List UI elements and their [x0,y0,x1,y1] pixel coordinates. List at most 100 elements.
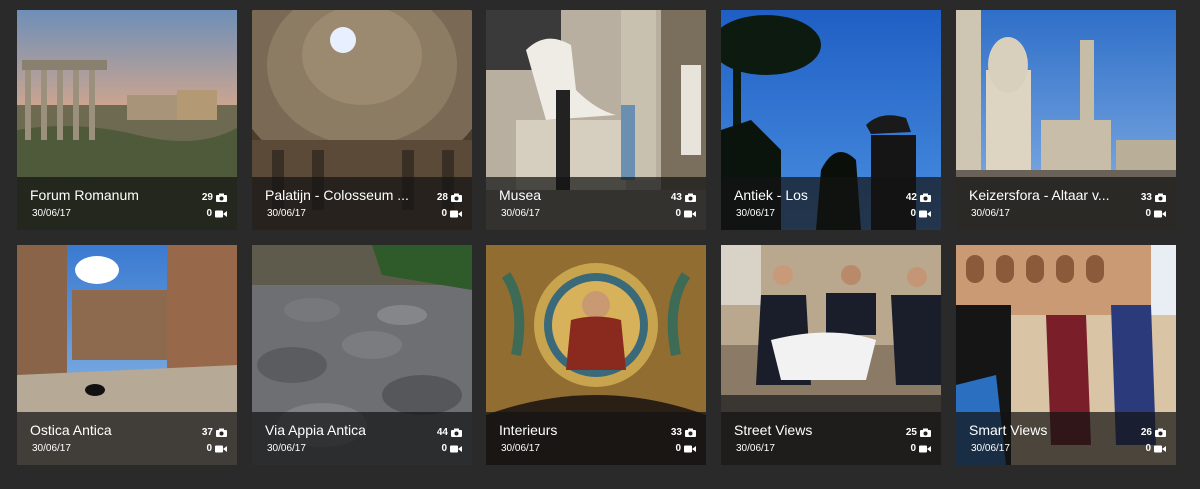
video-count: 0 [1145,208,1166,219]
album-tile-keizersfora[interactable]: Keizersfora - Altaar v... 30/06/17 33 0 [956,10,1176,230]
camera-icon [216,193,227,202]
album-caption: Interieurs 30/06/17 33 0 [486,412,706,465]
photo-count: 44 [437,427,462,438]
album-title[interactable]: Street Views [734,422,886,438]
photo-count: 25 [906,427,931,438]
video-count: 0 [206,443,227,454]
photo-count-value: 28 [436,192,448,203]
album-date: 30/06/17 [736,208,775,219]
album-caption: Forum Romanum 30/06/17 29 0 [17,177,237,230]
album-tile-musea[interactable]: Musea 30/06/17 43 0 [486,10,706,230]
video-camera-icon [1154,445,1166,453]
photo-count: 42 [906,192,931,203]
album-title[interactable]: Via Appia Antica [265,422,417,438]
album-caption: Smart Views 30/06/17 26 0 [956,412,1176,465]
video-count-value: 0 [910,208,916,219]
camera-icon [451,193,462,202]
album-tile-interieurs[interactable]: Interieurs 30/06/17 33 0 [486,245,706,465]
photo-count-value: 29 [201,192,213,203]
video-count-value: 0 [910,443,916,454]
video-camera-icon [450,445,462,453]
album-tile-forum-romanum[interactable]: Forum Romanum 30/06/17 29 0 [17,10,237,230]
camera-icon [920,428,931,437]
video-camera-icon [684,445,696,453]
photo-count: 29 [202,192,227,203]
video-count: 0 [1145,443,1166,454]
video-count: 0 [910,208,931,219]
photo-count-value: 26 [1140,427,1152,438]
video-count: 0 [441,208,462,219]
photo-count-value: 44 [436,427,448,438]
album-tile-ostica-antica[interactable]: Ostica Antica 30/06/17 37 0 [17,245,237,465]
photo-count-value: 37 [201,427,213,438]
video-count-value: 0 [206,443,212,454]
video-count-value: 0 [441,443,447,454]
video-count-value: 0 [441,208,447,219]
video-camera-icon [684,210,696,218]
photo-count: 37 [202,427,227,438]
camera-icon [1155,193,1166,202]
album-date: 30/06/17 [501,443,540,454]
album-title[interactable]: Forum Romanum [30,187,182,203]
video-count: 0 [675,208,696,219]
camera-icon [1155,428,1166,437]
album-caption: Keizersfora - Altaar v... 30/06/17 33 0 [956,177,1176,230]
album-tile-antiek-los[interactable]: Antiek - Los 30/06/17 42 0 [721,10,941,230]
album-tile-via-appia-antica[interactable]: Via Appia Antica 30/06/17 44 0 [252,245,472,465]
album-caption: Via Appia Antica 30/06/17 44 0 [252,412,472,465]
album-tile-street-views[interactable]: Street Views 30/06/17 25 0 [721,245,941,465]
album-title[interactable]: Interieurs [499,422,651,438]
album-date: 30/06/17 [971,208,1010,219]
photo-count-value: 42 [905,192,917,203]
album-caption: Palatijn - Colosseum ... 30/06/17 28 0 [252,177,472,230]
photo-count-value: 43 [670,192,682,203]
video-count: 0 [441,443,462,454]
photo-count-value: 33 [670,427,682,438]
video-count-value: 0 [1145,443,1151,454]
album-date: 30/06/17 [32,443,71,454]
video-count-value: 0 [675,208,681,219]
video-camera-icon [450,210,462,218]
album-date: 30/06/17 [971,443,1010,454]
album-tile-smart-views[interactable]: Smart Views 30/06/17 26 0 [956,245,1176,465]
album-date: 30/06/17 [736,443,775,454]
album-date: 30/06/17 [501,208,540,219]
video-camera-icon [919,445,931,453]
album-title[interactable]: Smart Views [969,422,1121,438]
video-count-value: 0 [206,208,212,219]
camera-icon [216,428,227,437]
album-tile-palatijn-colosseum[interactable]: Palatijn - Colosseum ... 30/06/17 28 0 [252,10,472,230]
video-count: 0 [206,208,227,219]
album-title[interactable]: Antiek - Los [734,187,886,203]
photo-count: 33 [1141,192,1166,203]
photo-count: 28 [437,192,462,203]
photo-count: 26 [1141,427,1166,438]
video-camera-icon [1154,210,1166,218]
camera-icon [685,193,696,202]
camera-icon [451,428,462,437]
video-count-value: 0 [675,443,681,454]
video-camera-icon [215,445,227,453]
album-title[interactable]: Musea [499,187,651,203]
album-caption: Antiek - Los 30/06/17 42 0 [721,177,941,230]
album-caption: Street Views 30/06/17 25 0 [721,412,941,465]
photo-count-value: 33 [1140,192,1152,203]
video-count-value: 0 [1145,208,1151,219]
photo-count-value: 25 [905,427,917,438]
album-caption: Musea 30/06/17 43 0 [486,177,706,230]
photo-count: 43 [671,192,696,203]
album-caption: Ostica Antica 30/06/17 37 0 [17,412,237,465]
video-camera-icon [215,210,227,218]
photo-count: 33 [671,427,696,438]
video-camera-icon [919,210,931,218]
album-title[interactable]: Palatijn - Colosseum ... [265,187,417,203]
camera-icon [685,428,696,437]
album-date: 30/06/17 [32,208,71,219]
video-count: 0 [910,443,931,454]
album-title[interactable]: Ostica Antica [30,422,182,438]
album-date: 30/06/17 [267,208,306,219]
video-count: 0 [675,443,696,454]
camera-icon [920,193,931,202]
album-title[interactable]: Keizersfora - Altaar v... [969,187,1121,203]
album-date: 30/06/17 [267,443,306,454]
